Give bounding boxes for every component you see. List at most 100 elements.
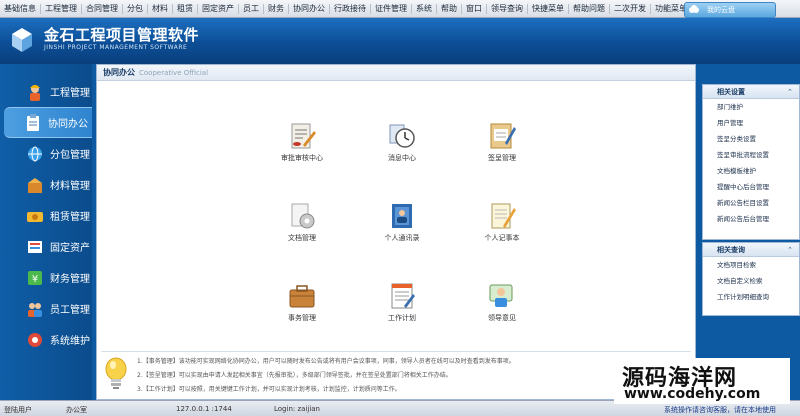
main-area: 协同办公 Cooperative Official 审批审核中心 消息中心 签呈管理… xyxy=(92,64,702,400)
side-link[interactable]: 文档模板维护 xyxy=(703,163,799,179)
related-settings-title: 相关设置 xyxy=(717,87,745,96)
side-link[interactable]: 提醒中心后台管理 xyxy=(703,179,799,195)
app-launcher[interactable]: 审批审核中心 xyxy=(275,121,329,163)
work-plan-icon xyxy=(387,281,417,311)
cloud-icon xyxy=(687,3,701,17)
app-launcher[interactable]: 个人通讯录 xyxy=(375,201,429,243)
worker-icon xyxy=(24,81,46,103)
message-clock-icon xyxy=(387,121,417,151)
sidebar-item-label: 协同办公 xyxy=(48,119,88,130)
menu-item[interactable]: 租赁 xyxy=(173,3,198,14)
sidebar-item[interactable]: ¥ 财务管理 xyxy=(0,262,92,293)
settings-icon xyxy=(24,329,46,351)
app-launcher[interactable]: 签呈管理 xyxy=(475,121,529,163)
app-launcher[interactable]: 消息中心 xyxy=(375,121,429,163)
status-login: Login: zaijian xyxy=(274,405,320,413)
menu-item[interactable]: 系统 xyxy=(412,3,437,14)
app-label: 审批审核中心 xyxy=(281,154,323,162)
menu-item[interactable]: 财务 xyxy=(264,3,289,14)
app-label: 文档管理 xyxy=(288,234,316,242)
related-queries-header[interactable]: 相关查询 ⌃ xyxy=(703,243,799,257)
side-link[interactable]: 文档项目检索 xyxy=(703,257,799,273)
svg-text:¥: ¥ xyxy=(32,274,38,285)
status-user-value: 办公室 xyxy=(66,406,87,414)
menu-item[interactable]: 分包 xyxy=(123,3,148,14)
side-link[interactable]: 新闻公告后台管理 xyxy=(703,211,799,227)
app-label: 个人记事本 xyxy=(484,234,520,242)
menu-item[interactable]: 领导查询 xyxy=(487,3,528,14)
side-link[interactable]: 签呈分类设置 xyxy=(703,131,799,147)
approval-icon xyxy=(287,121,317,151)
related-queries-section: 相关查询 ⌃ 文档项目检索 文档自定义检索 工作计划明细查询 xyxy=(702,242,800,316)
address-book-icon xyxy=(387,201,417,231)
menu-item[interactable]: 窗口 xyxy=(462,3,487,14)
app-label: 消息中心 xyxy=(388,154,416,162)
app-launcher[interactable]: 事务管理 xyxy=(275,281,329,323)
app-launcher[interactable]: 文档管理 xyxy=(275,201,329,243)
sidebar-item[interactable]: 固定资产 xyxy=(0,231,92,262)
sidebar-item[interactable]: 材料管理 xyxy=(0,169,92,200)
menu-item[interactable]: 快捷菜单 xyxy=(528,3,569,14)
status-user-label: 登陆用户 xyxy=(4,406,32,414)
box-icon xyxy=(24,143,46,165)
sidebar-item[interactable]: 协同办公 xyxy=(4,107,92,138)
lease-icon xyxy=(24,205,46,227)
side-link[interactable]: 签呈审批流程设置 xyxy=(703,147,799,163)
app-launcher[interactable]: 工作计划 xyxy=(375,281,429,323)
menu-item[interactable]: 材料 xyxy=(148,3,173,14)
app-launcher[interactable]: 领导意见 xyxy=(475,281,529,323)
sidebar-item-label: 分包管理 xyxy=(50,150,90,161)
status-ip: 127.0.0.1 :1744 xyxy=(176,405,232,413)
collapse-icon[interactable]: ⌃ xyxy=(787,88,793,96)
sign-doc-icon xyxy=(487,121,517,151)
watermark-url: www.codehy.com xyxy=(624,386,761,402)
sidebar-item[interactable]: 系统维护 xyxy=(0,324,92,355)
app-label: 领导意见 xyxy=(488,314,516,322)
menu-item[interactable]: 员工 xyxy=(239,3,264,14)
sidebar-item-label: 工程管理 xyxy=(50,88,90,99)
tip-line: 2.【签呈管理】可以实现由申请人发起相关事宜（先报审批），多级部门领导签批，并在… xyxy=(137,372,452,379)
menu-item[interactable]: 工程管理 xyxy=(41,3,82,14)
side-link[interactable]: 文档自定义检索 xyxy=(703,273,799,289)
side-link[interactable]: 工作计划明细查询 xyxy=(703,289,799,305)
app-label: 个人通讯录 xyxy=(384,234,420,242)
related-queries-title: 相关查询 xyxy=(717,245,745,254)
menu-item[interactable]: 帮助问题 xyxy=(569,3,610,14)
lightbulb-icon xyxy=(105,357,127,389)
app-subtitle: JINSHI PROJECT MANAGEMENT SOFTWARE xyxy=(44,44,188,51)
related-settings-header[interactable]: 相关设置 ⌃ xyxy=(703,85,799,99)
clipboard-icon xyxy=(22,112,44,134)
cloud-drive-button[interactable]: 我的云盘 xyxy=(684,2,776,18)
side-link[interactable]: 用户管理 xyxy=(703,115,799,131)
briefcase-icon xyxy=(287,281,317,311)
right-sidebar: 相关设置 ⌃ 部门维护 用户管理 签呈分类设置 签呈审批流程设置 文档模板维护 提醒中心后… xyxy=(702,64,800,400)
menu-item[interactable]: 合同管理 xyxy=(82,3,123,14)
query-links: 文档项目检索 文档自定义检索 工作计划明细查询 xyxy=(703,257,799,305)
sidebar-item[interactable]: 分包管理 xyxy=(0,138,92,169)
document-gear-icon xyxy=(287,201,317,231)
side-link[interactable]: 新闻公告栏目设置 xyxy=(703,195,799,211)
menu-item[interactable]: 行政接待 xyxy=(330,3,371,14)
logo-icon xyxy=(12,28,32,52)
menu-item[interactable]: 二次开发 xyxy=(610,3,651,14)
menu-item[interactable]: 协同办公 xyxy=(289,3,330,14)
status-right-text: 系统操作请咨询客服，请在本地使用 xyxy=(664,406,776,414)
app-launcher[interactable]: 个人记事本 xyxy=(475,201,529,243)
tip-line: 1.【事务管理】该功能可实现网络化协同办公，用户可以随时发布公告或将有用户会议事… xyxy=(137,358,515,365)
sidebar-item[interactable]: 员工管理 xyxy=(0,293,92,324)
app-label: 签呈管理 xyxy=(488,154,516,162)
panel-title: 协同办公 xyxy=(103,68,135,77)
sidebar-item[interactable]: 租赁管理 xyxy=(0,200,92,231)
menu-item[interactable]: 证件管理 xyxy=(371,3,412,14)
menu-item[interactable]: 基础信息 xyxy=(0,3,41,14)
menu-item[interactable]: 帮助 xyxy=(437,3,462,14)
sidebar-item[interactable]: 工程管理 xyxy=(0,76,92,107)
cooperative-panel: 协同办公 Cooperative Official 审批审核中心 消息中心 签呈管理… xyxy=(96,64,696,400)
side-link[interactable]: 部门维护 xyxy=(703,99,799,115)
app-label: 事务管理 xyxy=(288,314,316,322)
sidebar-item-label: 材料管理 xyxy=(50,181,90,192)
menu-item[interactable]: 固定资产 xyxy=(198,3,239,14)
app-label: 工作计划 xyxy=(388,314,416,322)
collapse-icon[interactable]: ⌃ xyxy=(787,246,793,254)
staff-icon xyxy=(24,298,46,320)
